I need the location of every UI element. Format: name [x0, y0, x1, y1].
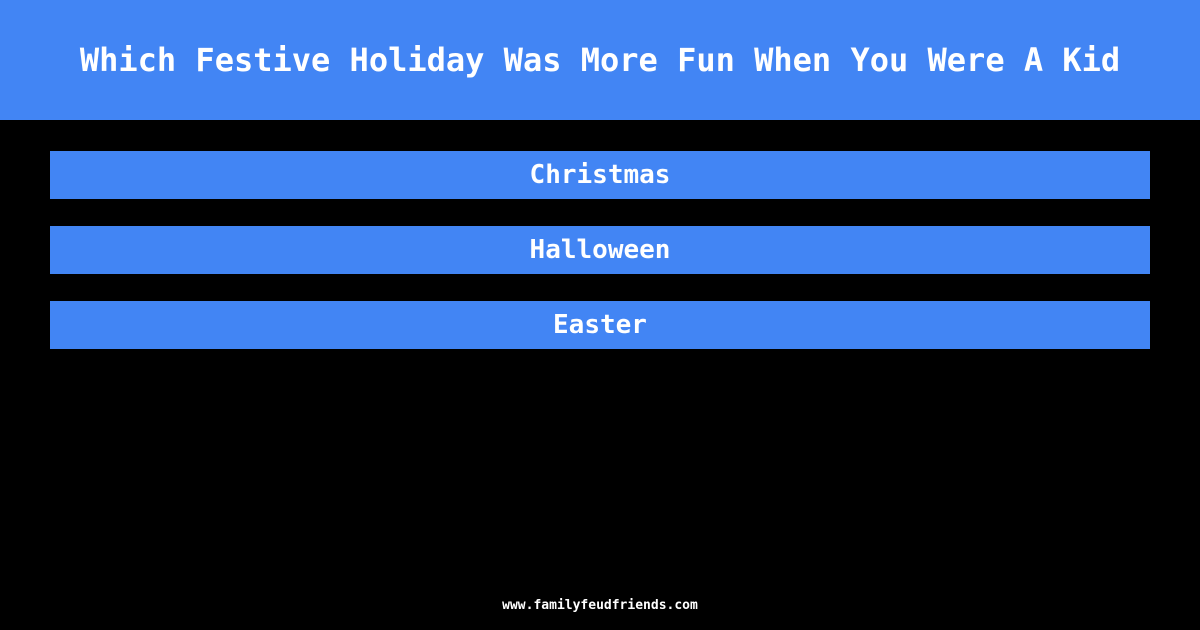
answer-label: Christmas [529, 160, 671, 190]
answer-row[interactable]: Easter [50, 301, 1150, 349]
answer-label: Halloween [529, 235, 671, 265]
answer-label: Easter [553, 310, 647, 340]
site-url: www.familyfeudfriends.com [502, 598, 698, 613]
footer: www.familyfeudfriends.com [0, 598, 1200, 614]
page-title: Which Festive Holiday Was More Fun When … [79, 40, 1121, 79]
question-header: Which Festive Holiday Was More Fun When … [0, 0, 1200, 120]
survey-card: Which Festive Holiday Was More Fun When … [0, 0, 1200, 630]
answer-row[interactable]: Halloween [50, 226, 1150, 274]
answer-row[interactable]: Christmas [50, 151, 1150, 199]
answer-list: Christmas Halloween Easter [50, 151, 1150, 349]
